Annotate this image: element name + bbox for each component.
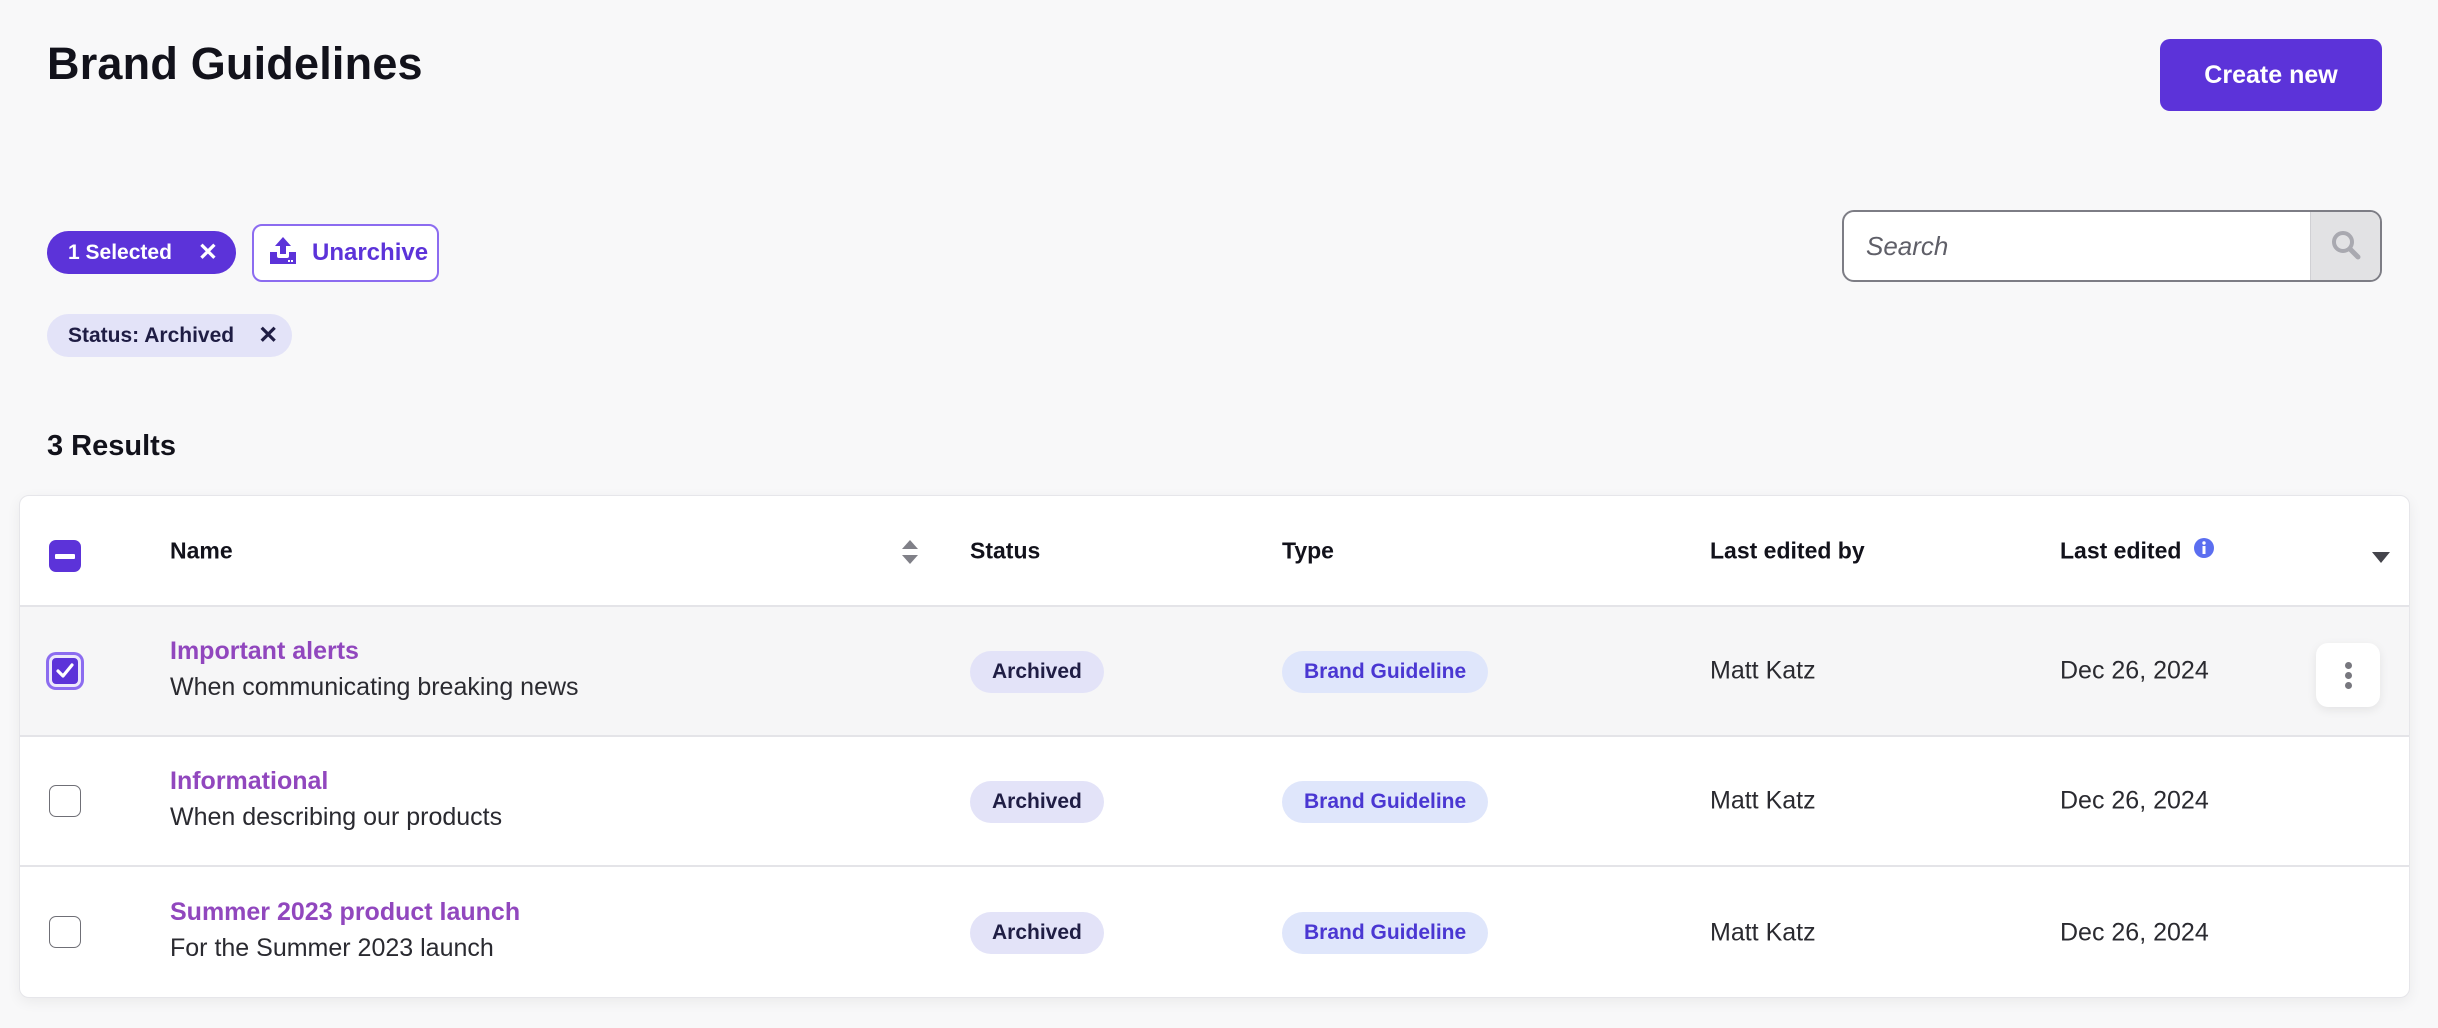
results-count: 3 Results bbox=[47, 430, 176, 462]
info-icon[interactable] bbox=[2194, 538, 2214, 563]
guidelines-table: Name Status Type Last edited by Last edi… bbox=[19, 495, 2410, 998]
status-badge: Archived bbox=[970, 781, 1104, 823]
table-row[interactable]: Summer 2023 product launch For the Summe… bbox=[20, 868, 2409, 997]
row-description: When communicating breaking news bbox=[170, 673, 579, 701]
column-header-status[interactable]: Status bbox=[970, 537, 1040, 564]
last-edited-by: Matt Katz bbox=[1710, 786, 1816, 815]
row-description: For the Summer 2023 launch bbox=[170, 934, 494, 962]
kebab-menu-icon bbox=[2344, 661, 2352, 669]
row-checkbox[interactable] bbox=[49, 655, 81, 687]
column-header-last-edited-by[interactable]: Last edited by bbox=[1710, 537, 1865, 564]
column-header-type[interactable]: Type bbox=[1282, 537, 1334, 564]
unarchive-label: Unarchive bbox=[312, 239, 429, 266]
last-edited-date: Dec 26, 2024 bbox=[2060, 656, 2209, 685]
close-icon[interactable]: ✕ bbox=[198, 240, 218, 265]
select-all-checkbox[interactable] bbox=[49, 540, 81, 572]
kebab-dot bbox=[2344, 681, 2352, 689]
filter-chip-label: Status: Archived bbox=[68, 323, 235, 347]
row-checkbox[interactable] bbox=[49, 916, 81, 948]
close-icon[interactable]: ✕ bbox=[258, 323, 278, 348]
type-badge: Brand Guideline bbox=[1282, 912, 1489, 954]
search-button[interactable] bbox=[2310, 212, 2380, 280]
kebab-dot bbox=[2344, 671, 2352, 679]
page-title: Brand Guidelines bbox=[47, 38, 423, 89]
last-edited-by: Matt Katz bbox=[1710, 918, 1816, 947]
row-menu-button[interactable] bbox=[2316, 643, 2380, 707]
table-header: Name Status Type Last edited by Last edi… bbox=[20, 496, 2409, 607]
type-badge: Brand Guideline bbox=[1282, 781, 1489, 823]
row-name-link[interactable]: Informational bbox=[170, 767, 328, 796]
table-row[interactable]: Informational When describing our produc… bbox=[20, 737, 2409, 867]
last-edited-date: Dec 26, 2024 bbox=[2060, 786, 2209, 815]
row-name-link[interactable]: Summer 2023 product launch bbox=[170, 898, 520, 927]
create-new-button[interactable]: Create new bbox=[2160, 39, 2382, 111]
last-edited-date: Dec 26, 2024 bbox=[2060, 918, 2209, 947]
unarchive-button[interactable]: Unarchive bbox=[252, 224, 439, 282]
caret-down-icon[interactable] bbox=[2371, 550, 2391, 569]
column-header-name[interactable]: Name bbox=[170, 537, 233, 564]
upload-icon bbox=[268, 235, 298, 272]
status-badge: Archived bbox=[970, 651, 1104, 693]
status-badge: Archived bbox=[970, 912, 1104, 954]
last-edited-by: Matt Katz bbox=[1710, 656, 1816, 685]
row-name-link[interactable]: Important alerts bbox=[170, 637, 359, 666]
search-box bbox=[1842, 210, 2382, 282]
filter-chip-status: Status: Archived ✕ bbox=[47, 314, 293, 357]
search-icon bbox=[2330, 229, 2362, 264]
row-description: When describing our products bbox=[170, 803, 503, 831]
table-row[interactable]: Important alerts When communicating brea… bbox=[20, 607, 2409, 737]
column-header-last-edited[interactable]: Last edited bbox=[2060, 537, 2181, 564]
selection-chip: 1 Selected ✕ bbox=[47, 231, 237, 274]
sort-icon[interactable] bbox=[900, 538, 920, 571]
selection-count: 1 Selected bbox=[68, 240, 172, 264]
search-input[interactable] bbox=[1844, 212, 2310, 280]
type-badge: Brand Guideline bbox=[1282, 651, 1489, 693]
row-checkbox[interactable] bbox=[49, 785, 81, 817]
